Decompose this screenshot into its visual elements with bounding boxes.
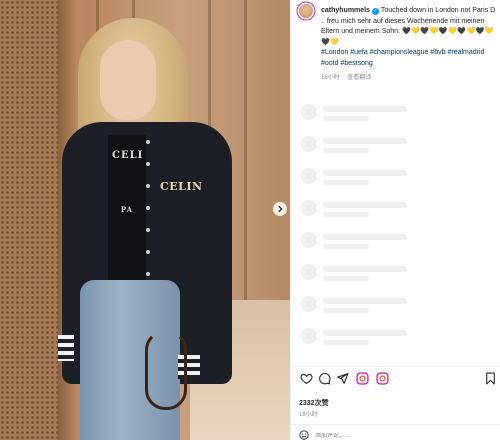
bookmark-icon — [484, 372, 497, 390]
post-time: 18小时 — [299, 412, 318, 418]
username-link[interactable]: cathyhummels — [321, 7, 370, 14]
comment-input[interactable] — [315, 433, 485, 439]
shirt-logo: CELI — [112, 150, 144, 161]
comment-bar — [299, 430, 495, 440]
mesh-wall — [0, 0, 58, 440]
like-count[interactable]: 2332次赞 — [299, 398, 329, 408]
see-translation-link[interactable]: 查看翻译 — [347, 75, 371, 81]
heart-icon — [299, 372, 313, 390]
comment-button[interactable] — [317, 372, 331, 390]
verified-badge-icon: ✓ — [371, 8, 379, 15]
avatar[interactable] — [299, 4, 313, 18]
chevron-right-icon — [276, 200, 284, 218]
emoji-icon[interactable] — [299, 427, 309, 440]
caption-meta: 18小时 查看翻译 — [321, 72, 371, 81]
gift-icon — [355, 372, 369, 390]
jacket-logo: CELIN — [160, 180, 203, 193]
post-photo[interactable]: CELI PA CELIN — [0, 0, 290, 440]
gift-button[interactable] — [375, 372, 389, 390]
hashtags[interactable]: #London #uefa #championsleague #bvb #rea… — [321, 48, 497, 69]
post-caption: cathyhummels ✓ Touched down in London no… — [321, 6, 497, 48]
bag-strap — [145, 330, 187, 410]
divider — [291, 424, 500, 425]
share-button[interactable] — [335, 372, 349, 390]
face — [100, 40, 156, 120]
next-image-button[interactable] — [273, 202, 287, 216]
action-bar — [299, 372, 497, 390]
like-button[interactable] — [299, 372, 313, 390]
save-button[interactable] — [483, 372, 497, 390]
comment-icon — [318, 372, 331, 390]
left-cuff — [58, 335, 74, 361]
gift-button[interactable] — [355, 372, 369, 390]
shirt-sub-logo: PA — [120, 205, 134, 214]
divider — [291, 366, 500, 367]
caption-time: 18小时 — [321, 75, 340, 81]
share-icon — [336, 372, 349, 390]
post-sidebar: cathyhummels ✓ Touched down in London no… — [290, 0, 500, 440]
gift-icon — [375, 372, 389, 390]
